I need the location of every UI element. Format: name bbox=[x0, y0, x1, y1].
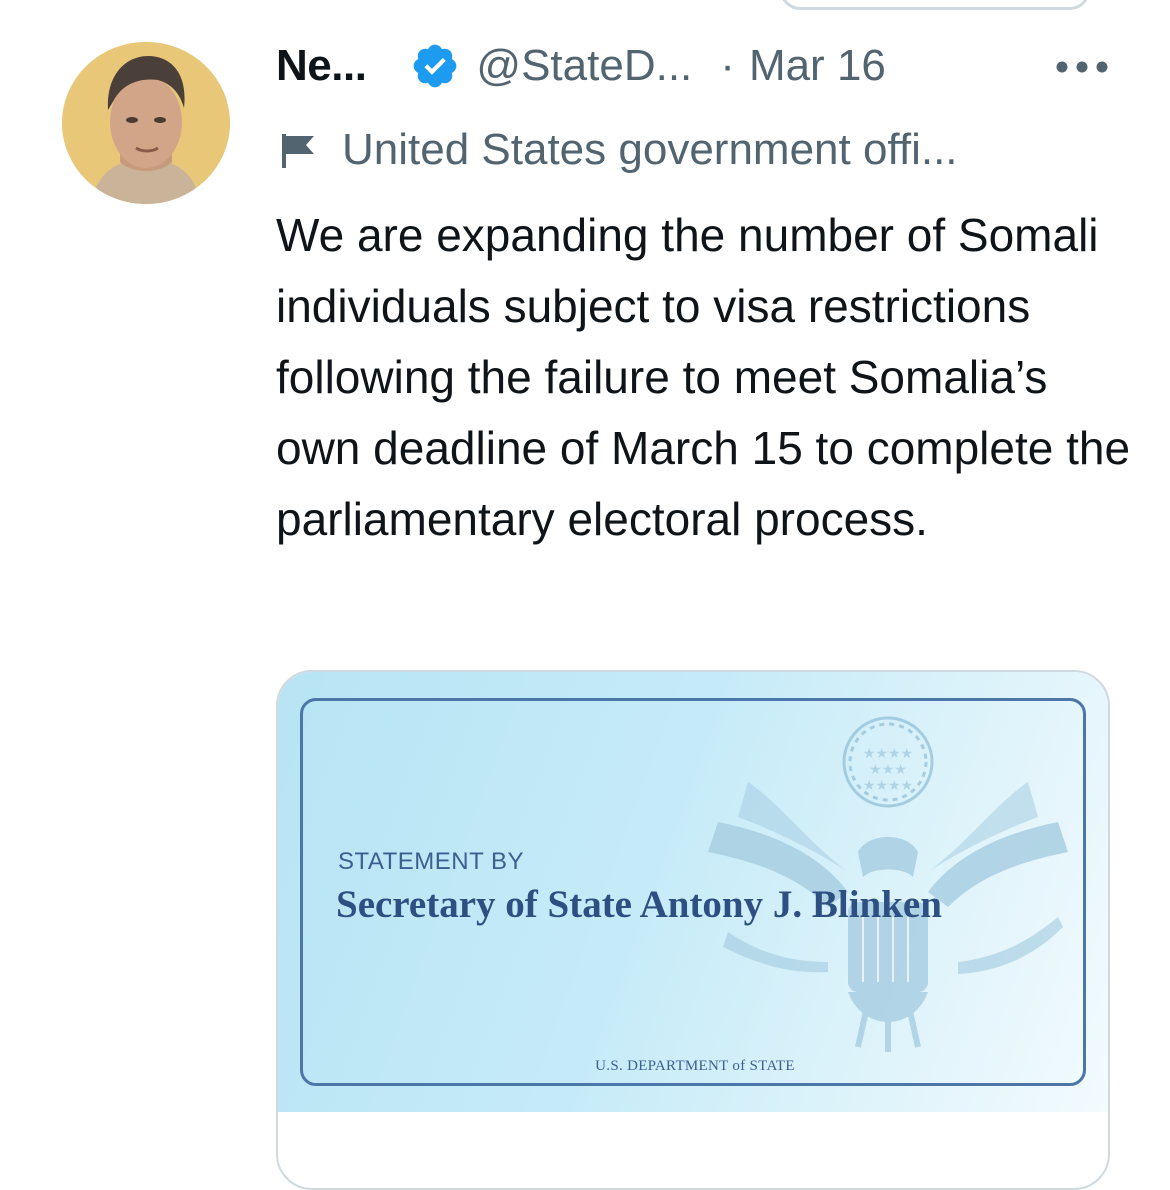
svg-text:★★★★: ★★★★ bbox=[863, 778, 913, 794]
avatar[interactable] bbox=[62, 42, 230, 204]
statement-name: Secretary of State Antony J. Blinken bbox=[336, 883, 942, 926]
flag-icon bbox=[276, 128, 320, 172]
link-card[interactable]: ★★★★ ★★★ ★★★★ STATEMENT BY Secretary of … bbox=[276, 670, 1110, 1190]
tweet-header: Ne... @StateD... · Mar 16 bbox=[276, 34, 1116, 98]
separator-dot: · bbox=[720, 41, 735, 90]
avatar-portrait bbox=[62, 42, 230, 204]
account-label-text: United States government offi... bbox=[342, 125, 958, 174]
tweet-text: We are expanding the number of Somali in… bbox=[276, 209, 1131, 545]
more-dots-icon[interactable] bbox=[1052, 55, 1112, 79]
svg-text:★★★★: ★★★★ bbox=[863, 746, 913, 762]
department-wordmark: U.S. DEPARTMENT of STATE bbox=[595, 1058, 795, 1074]
svg-text:★★★: ★★★ bbox=[869, 762, 907, 778]
tweet-date-link[interactable]: Mar 16 bbox=[749, 41, 886, 91]
account-label[interactable]: United States government offi... bbox=[276, 118, 958, 182]
verified-badge-icon bbox=[410, 41, 460, 91]
display-name[interactable]: Ne... bbox=[276, 41, 367, 91]
handle-link[interactable]: @StateD... bbox=[476, 41, 692, 91]
card-image[interactable]: ★★★★ ★★★ ★★★★ STATEMENT BY Secretary of … bbox=[278, 672, 1108, 1112]
statement-by-label: STATEMENT BY bbox=[338, 848, 525, 875]
previous-tweet-button-edge bbox=[780, 0, 1090, 10]
